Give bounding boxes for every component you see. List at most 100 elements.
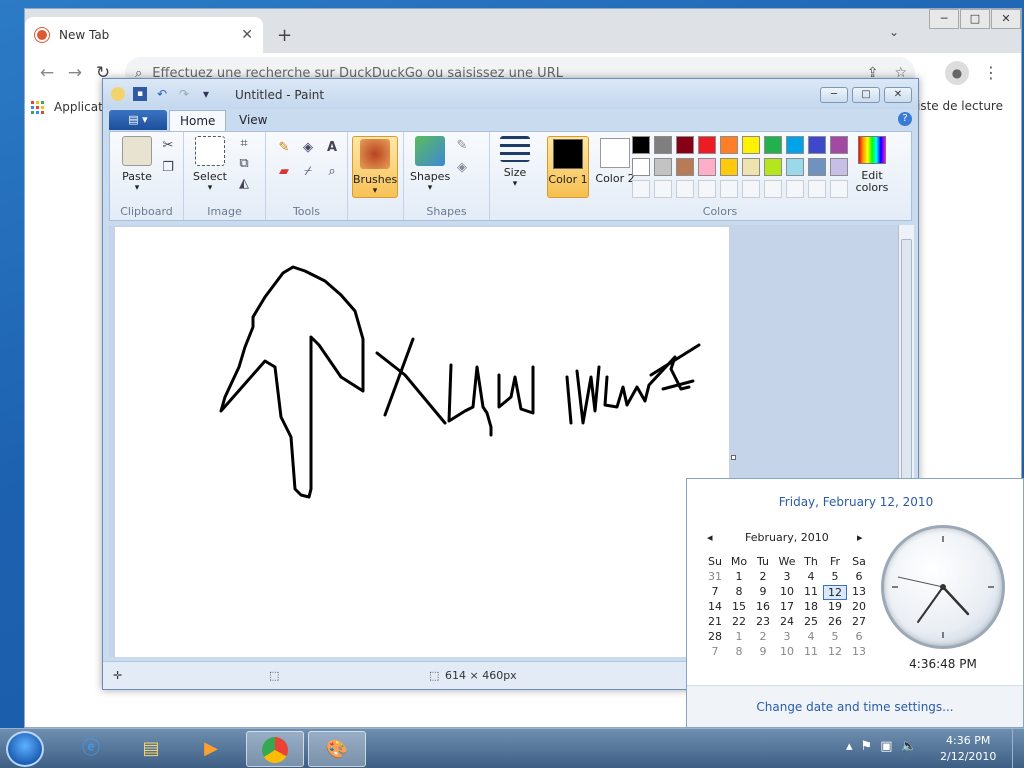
palette-swatch[interactable] xyxy=(764,158,782,176)
taskbar-clock[interactable]: 4:36 PM 2/12/2010 xyxy=(940,733,996,765)
custom-color-slot[interactable] xyxy=(808,180,826,198)
rotate-icon[interactable]: ◭ xyxy=(234,174,254,194)
internet-explorer-icon[interactable]: ⓔ xyxy=(62,731,120,767)
file-menu-button[interactable]: ▤ ▾ xyxy=(109,110,167,130)
tab-view[interactable]: View xyxy=(229,110,277,131)
calendar-day[interactable]: 11 xyxy=(799,585,823,600)
cut-icon[interactable]: ✂ xyxy=(158,136,178,156)
palette-swatch[interactable] xyxy=(764,136,782,154)
custom-color-slot[interactable] xyxy=(676,180,694,198)
paint-taskbar-icon[interactable]: 🎨 xyxy=(308,731,366,767)
show-hidden-icons[interactable]: ▴ xyxy=(846,739,853,754)
previous-month-icon[interactable]: ◂ xyxy=(707,531,713,544)
calendar-day[interactable]: 5 xyxy=(823,570,847,585)
outline-icon[interactable]: ✎ xyxy=(452,136,472,156)
palette-swatch[interactable] xyxy=(720,158,738,176)
color2-button[interactable]: Color 2 xyxy=(595,136,635,198)
show-desktop-button[interactable] xyxy=(1012,729,1024,768)
file-explorer-icon[interactable]: ▤ xyxy=(122,731,180,767)
close-button[interactable]: ✕ xyxy=(991,9,1021,29)
back-icon[interactable]: ← xyxy=(33,63,61,83)
calendar-day[interactable]: 13 xyxy=(847,585,871,600)
calendar-day[interactable]: 12 xyxy=(823,645,847,660)
custom-color-slot[interactable] xyxy=(742,180,760,198)
palette-swatch[interactable] xyxy=(676,136,694,154)
start-button[interactable] xyxy=(6,731,44,767)
reading-list[interactable]: iste de lecture xyxy=(917,99,1003,113)
resize-icon[interactable]: ⧉ xyxy=(234,154,254,174)
calendar-day[interactable]: 16 xyxy=(751,600,775,615)
change-settings-link[interactable]: Change date and time settings... xyxy=(687,685,1023,727)
calendar-day[interactable]: 3 xyxy=(775,630,799,645)
custom-color-slot[interactable] xyxy=(698,180,716,198)
flag-icon[interactable]: ⚑ xyxy=(861,739,873,754)
calendar-day[interactable]: 15 xyxy=(727,600,751,615)
customize-toolbar-icon[interactable]: ▾ xyxy=(199,87,213,101)
calendar-day[interactable]: 28 xyxy=(703,630,727,645)
calendar-day[interactable]: 24 xyxy=(775,615,799,630)
custom-color-slot[interactable] xyxy=(654,180,672,198)
minimize-button[interactable]: ─ xyxy=(929,9,959,29)
close-tab-icon[interactable]: ✕ xyxy=(241,27,253,43)
calendar-day[interactable]: 12 xyxy=(823,585,847,600)
maximize-button[interactable]: □ xyxy=(960,9,990,29)
calendar-day[interactable]: 3 xyxy=(775,570,799,585)
text-icon[interactable]: A xyxy=(322,138,342,158)
calendar-day[interactable]: 2 xyxy=(751,570,775,585)
calendar-day[interactable]: 31 xyxy=(703,570,727,585)
new-tab-button[interactable]: + xyxy=(277,25,292,46)
palette-swatch[interactable] xyxy=(654,158,672,176)
color1-button[interactable]: Color 1 xyxy=(547,136,589,198)
full-date-link[interactable]: Friday, February 12, 2010 xyxy=(687,495,1024,509)
calendar-day[interactable]: 5 xyxy=(823,630,847,645)
custom-color-slot[interactable] xyxy=(830,180,848,198)
custom-color-slot[interactable] xyxy=(632,180,650,198)
profile-icon[interactable]: ● xyxy=(945,61,969,85)
redo-icon[interactable]: ↷ xyxy=(177,87,191,101)
calendar-day[interactable]: 22 xyxy=(727,615,751,630)
calendar-day[interactable]: 4 xyxy=(799,570,823,585)
calendar-day[interactable]: 23 xyxy=(751,615,775,630)
custom-color-slot[interactable] xyxy=(764,180,782,198)
palette-swatch[interactable] xyxy=(676,158,694,176)
palette-swatch[interactable] xyxy=(830,158,848,176)
save-icon[interactable]: ▪ xyxy=(133,87,147,101)
calendar-day[interactable]: 21 xyxy=(703,615,727,630)
calendar-day[interactable]: 6 xyxy=(847,630,871,645)
chevron-down-icon[interactable]: ⌄ xyxy=(889,25,899,39)
calendar-day[interactable]: 2 xyxy=(751,630,775,645)
magnifier-icon[interactable]: ⌕ xyxy=(322,162,342,182)
menu-icon[interactable]: ⋮ xyxy=(983,63,999,82)
palette-swatch[interactable] xyxy=(698,136,716,154)
palette-swatch[interactable] xyxy=(808,136,826,154)
calendar-day[interactable]: 4 xyxy=(799,630,823,645)
tab-new-tab[interactable]: New Tab ✕ xyxy=(25,17,263,53)
palette-swatch[interactable] xyxy=(786,158,804,176)
calendar-day[interactable]: 8 xyxy=(727,585,751,600)
calendar-day[interactable]: 18 xyxy=(799,600,823,615)
palette-swatch[interactable] xyxy=(654,136,672,154)
custom-color-slot[interactable] xyxy=(720,180,738,198)
calendar-day[interactable]: 25 xyxy=(799,615,823,630)
apps-grid-icon[interactable] xyxy=(31,100,44,114)
calendar-day[interactable]: 7 xyxy=(703,645,727,660)
calendar-day[interactable]: 9 xyxy=(751,645,775,660)
media-player-icon[interactable]: ▶ xyxy=(182,731,240,767)
calendar-day[interactable]: 1 xyxy=(727,630,751,645)
calendar-day[interactable]: 6 xyxy=(847,570,871,585)
paint-close-button[interactable]: ✕ xyxy=(884,87,912,103)
edit-colors-button[interactable]: Edit colors xyxy=(852,136,892,194)
palette-swatch[interactable] xyxy=(698,158,716,176)
network-icon[interactable]: ▣ xyxy=(880,739,892,754)
select-button[interactable]: Select ▾ xyxy=(190,136,230,193)
brushes-button[interactable]: Brushes ▾ xyxy=(352,136,398,198)
paste-button[interactable]: Paste ▾ xyxy=(118,136,156,193)
paint-minimize-button[interactable]: ─ xyxy=(820,87,848,103)
shapes-button[interactable]: Shapes ▾ xyxy=(410,136,450,193)
calendar-day[interactable]: 10 xyxy=(775,585,799,600)
calendar-day[interactable]: 17 xyxy=(775,600,799,615)
calendar-day[interactable]: 26 xyxy=(823,615,847,630)
calendar-day[interactable]: 19 xyxy=(823,600,847,615)
palette-swatch[interactable] xyxy=(786,136,804,154)
palette-swatch[interactable] xyxy=(632,136,650,154)
